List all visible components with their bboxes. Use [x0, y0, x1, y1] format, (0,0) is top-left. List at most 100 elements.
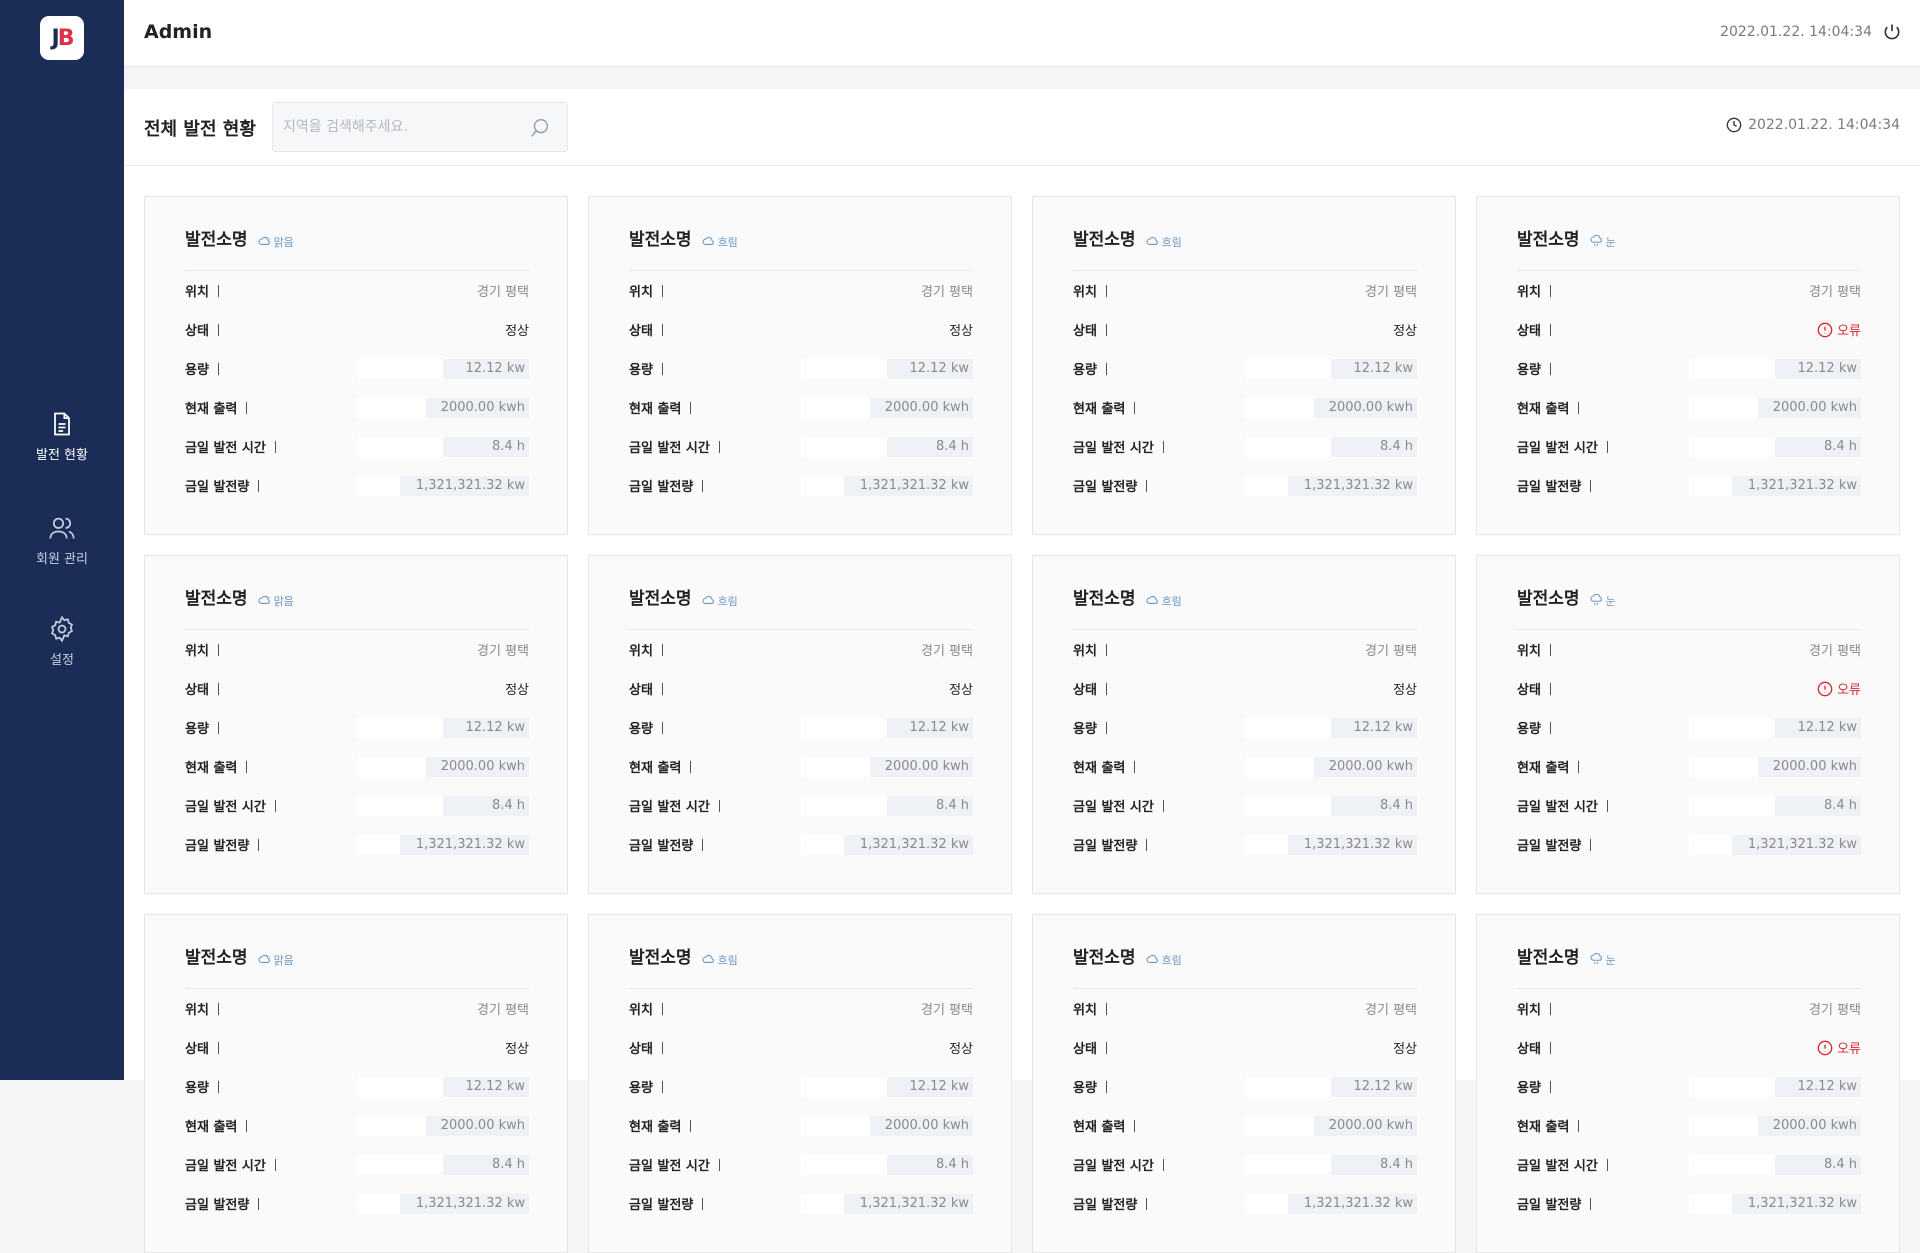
row-generation: 금일 발전량 1,321,321.32 kw: [1073, 825, 1417, 864]
label-capacity: 용량: [185, 718, 219, 737]
generation-value: 1,321,321.32 kw: [1303, 1195, 1413, 1211]
plant-card[interactable]: 발전소명 맑음 위치 경기 평택 상태 정상 용량 12.12 kw 현재 출력…: [144, 914, 568, 1253]
status-value: 정상: [505, 320, 529, 339]
generation-bar: 1,321,321.32 kw: [1245, 475, 1417, 496]
row-generation: 금일 발전량 1,321,321.32 kw: [629, 825, 973, 864]
plant-card[interactable]: 발전소명 맑음 위치 경기 평택 상태 정상 용량 12.12 kw 현재 출력…: [144, 555, 568, 894]
generation-value: 1,321,321.32 kw: [859, 836, 969, 852]
logo[interactable]: JB: [40, 16, 84, 60]
generation-bar: 1,321,321.32 kw: [801, 834, 973, 855]
label-today-hours: 금일 발전 시간: [1517, 1155, 1608, 1174]
power-icon[interactable]: [1882, 22, 1902, 42]
row-capacity: 용량 12.12 kw: [1073, 1067, 1417, 1106]
location-value: 경기 평택: [1809, 644, 1861, 659]
weather-badge: 눈: [1590, 952, 1616, 968]
weather-label: 흐림: [1161, 236, 1182, 249]
card-header: 발전소명 맑음: [185, 915, 529, 989]
row-output: 현재 출력 2000.00 kwh: [1517, 747, 1861, 786]
generation-bar: 1,321,321.32 kw: [801, 475, 973, 496]
weather-label: 눈: [1605, 954, 1616, 967]
plant-card[interactable]: 발전소명 맑음 위치 경기 평택 상태 정상 용량 12.12 kw 현재 출력…: [144, 196, 568, 535]
hours-bar: 8.4 h: [357, 1154, 529, 1175]
card-header: 발전소명 맑음: [185, 556, 529, 630]
sidebar-item-settings[interactable]: 설정: [0, 615, 124, 668]
weather-badge: 맑음: [258, 593, 294, 609]
row-output: 현재 출력 2000.00 kwh: [185, 388, 529, 427]
hours-value: 8.4 h: [491, 797, 525, 813]
gear-icon: [51, 615, 73, 643]
sidebar-item-member-management[interactable]: 회원 관리: [0, 514, 124, 567]
weather-label: 흐림: [1161, 595, 1182, 608]
status-text: 정상: [949, 683, 973, 698]
plant-card[interactable]: 발전소명 눈 위치 경기 평택 상태 오류 용량 12.12 kw 현재 출력 …: [1476, 555, 1900, 894]
cloud-icon: [1146, 594, 1160, 609]
plant-card[interactable]: 발전소명 흐림 위치 경기 평택 상태 정상 용량 12.12 kw 현재 출력…: [588, 196, 1012, 535]
hours-bar: 8.4 h: [1245, 795, 1417, 816]
label-current-output: 현재 출력: [1517, 757, 1579, 776]
row-status: 상태 정상: [185, 310, 529, 349]
status-value: 정상: [949, 679, 973, 698]
row-hours: 금일 발전 시간 8.4 h: [1073, 1145, 1417, 1184]
generation-value: 1,321,321.32 kw: [1747, 836, 1857, 852]
plant-card[interactable]: 발전소명 흐림 위치 경기 평택 상태 정상 용량 12.12 kw 현재 출력…: [1032, 914, 1456, 1253]
plant-card[interactable]: 발전소명 흐림 위치 경기 평택 상태 정상 용량 12.12 kw 현재 출력…: [1032, 196, 1456, 535]
row-generation: 금일 발전량 1,321,321.32 kw: [629, 1184, 973, 1223]
sun-icon: [258, 594, 272, 609]
hours-bar: 8.4 h: [1689, 795, 1861, 816]
weather-label: 흐림: [717, 595, 738, 608]
plant-name: 발전소명: [629, 948, 692, 968]
plant-card[interactable]: 발전소명 흐림 위치 경기 평택 상태 정상 용량 12.12 kw 현재 출력…: [1032, 555, 1456, 894]
row-generation: 금일 발전량 1,321,321.32 kw: [185, 825, 529, 864]
plant-card[interactable]: 발전소명 눈 위치 경기 평택 상태 오류 용량 12.12 kw 현재 출력 …: [1476, 196, 1900, 535]
status-text: 정상: [949, 1042, 973, 1057]
plant-card[interactable]: 발전소명 흐림 위치 경기 평택 상태 정상 용량 12.12 kw 현재 출력…: [588, 555, 1012, 894]
status-value: 오류: [1817, 679, 1861, 698]
generation-bar: 1,321,321.32 kw: [357, 475, 529, 496]
label-current-output: 현재 출력: [1517, 1116, 1579, 1135]
weather-badge: 눈: [1590, 234, 1616, 250]
row-hours: 금일 발전 시간 8.4 h: [185, 427, 529, 466]
row-capacity: 용량 12.12 kw: [185, 1067, 529, 1106]
document-icon: [54, 412, 70, 436]
weather-label: 눈: [1605, 236, 1616, 249]
output-value: 2000.00 kwh: [440, 758, 525, 774]
search-input[interactable]: [283, 103, 523, 151]
capacity-value: 12.12 kw: [1353, 719, 1413, 735]
row-status: 상태 정상: [1073, 310, 1417, 349]
label-status: 상태: [1073, 1038, 1107, 1057]
output-value: 2000.00 kwh: [1772, 1117, 1857, 1133]
label-status: 상태: [185, 679, 219, 698]
row-capacity: 용량 12.12 kw: [1073, 708, 1417, 747]
location-value: 경기 평택: [477, 1003, 529, 1018]
weather-label: 눈: [1605, 595, 1616, 608]
card-header: 발전소명 눈: [1517, 915, 1861, 989]
plant-name: 발전소명: [1517, 230, 1580, 250]
cloud-icon: [702, 953, 716, 968]
row-status: 상태 정상: [629, 310, 973, 349]
sidebar-item-label: 발전 현황: [36, 448, 88, 463]
capacity-value: 12.12 kw: [1353, 1078, 1413, 1094]
row-status: 상태 오류: [1517, 310, 1861, 349]
plant-card[interactable]: 발전소명 눈 위치 경기 평택 상태 오류 용량 12.12 kw 현재 출력 …: [1476, 914, 1900, 1253]
search-icon[interactable]: [529, 117, 551, 139]
weather-badge: 흐림: [1146, 593, 1182, 609]
label-today-hours: 금일 발전 시간: [629, 1155, 720, 1174]
row-status: 상태 정상: [629, 669, 973, 708]
logo-letter-b: B: [57, 25, 75, 51]
row-location: 위치 경기 평택: [185, 989, 529, 1028]
generation-value: 1,321,321.32 kw: [1747, 1195, 1857, 1211]
row-hours: 금일 발전 시간 8.4 h: [629, 786, 973, 825]
row-capacity: 용량 12.12 kw: [629, 1067, 973, 1106]
generation-bar: 1,321,321.32 kw: [1245, 834, 1417, 855]
row-hours: 금일 발전 시간 8.4 h: [185, 1145, 529, 1184]
row-location: 위치 경기 평택: [1073, 989, 1417, 1028]
status-value: 정상: [1393, 1038, 1417, 1057]
label-current-output: 현재 출력: [185, 757, 247, 776]
plant-name: 발전소명: [185, 589, 248, 609]
card-header: 발전소명 흐림: [1073, 556, 1417, 630]
generation-value: 1,321,321.32 kw: [1747, 477, 1857, 493]
weather-label: 흐림: [1161, 954, 1182, 967]
sidebar-item-generation-status[interactable]: 발전 현황: [0, 410, 124, 463]
row-capacity: 용량 12.12 kw: [185, 708, 529, 747]
plant-card[interactable]: 발전소명 흐림 위치 경기 평택 상태 정상 용량 12.12 kw 현재 출력…: [588, 914, 1012, 1253]
